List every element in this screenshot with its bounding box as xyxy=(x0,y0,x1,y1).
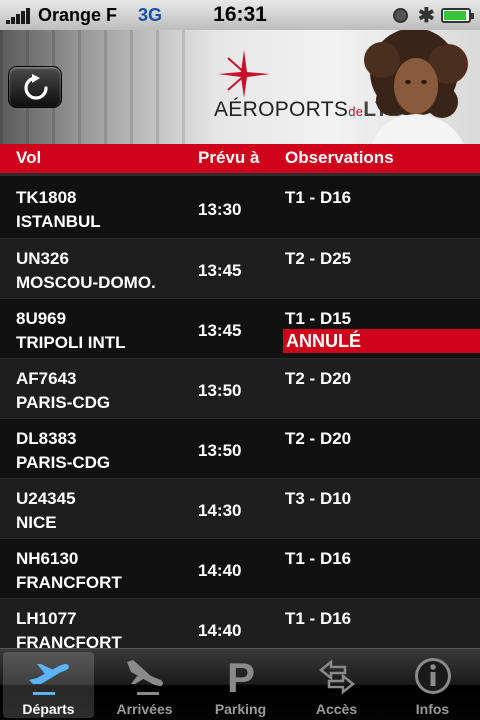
flight-observation: T1 - D16 xyxy=(285,609,352,628)
tab-label-infos: Infos xyxy=(415,701,450,717)
airport-logo: AÉROPORTSdeLYON xyxy=(214,50,421,130)
tab-label-departures: Départs xyxy=(22,701,75,717)
flight-time: 13:50 xyxy=(198,381,242,400)
flight-observation: T3 - D10 xyxy=(285,489,352,508)
flight-number: AF7643 xyxy=(16,369,77,388)
flight-observation: T2 - D20 xyxy=(285,369,352,388)
parking-icon: P xyxy=(227,654,255,700)
flight-destination: PARIS-CDG xyxy=(16,393,111,412)
tab-label-access: Accès xyxy=(315,701,358,717)
alarm-clock-icon xyxy=(393,8,408,23)
logo-prefix: AÉROPORTS xyxy=(214,98,349,121)
flight-row[interactable]: AF7643 PARIS-CDG 13:50 T2 - D20 xyxy=(0,358,480,418)
flight-time: 13:30 xyxy=(198,200,242,219)
flight-observation: T2 - D25 xyxy=(285,249,352,268)
bluetooth-icon: ✱ xyxy=(418,5,435,27)
tab-parking[interactable]: P Parking xyxy=(195,652,286,718)
column-header-flight: Vol xyxy=(16,148,42,167)
flight-time: 14:40 xyxy=(198,561,242,580)
header-photo xyxy=(364,30,468,144)
refresh-button[interactable] xyxy=(8,66,62,108)
cancelled-status-badge: ANNULÉ xyxy=(283,329,480,353)
tab-access[interactable]: Accès xyxy=(291,652,382,718)
tab-arrivals[interactable]: Arrivées xyxy=(99,652,190,718)
battery-icon xyxy=(441,8,474,23)
flight-row[interactable]: NH6130 FRANCFORT 14:40 T1 - D16 xyxy=(0,538,480,598)
flight-row[interactable]: U24345 NICE 14:30 T3 - D10 xyxy=(0,478,480,538)
flight-number: UN326 xyxy=(16,249,69,268)
flight-destination: TRIPOLI INTL xyxy=(16,333,126,352)
flight-destination: PARIS-CDG xyxy=(16,453,111,472)
flight-destination: NICE xyxy=(16,513,57,532)
flight-number: DL8383 xyxy=(16,429,77,448)
flight-observation: T1 - D16 xyxy=(285,549,352,568)
flight-number: 8U969 xyxy=(16,309,67,328)
flight-observation: T1 - D15 xyxy=(285,309,352,328)
flight-time: 14:30 xyxy=(198,501,242,520)
flight-number: U24345 xyxy=(16,489,76,508)
flight-destination: FRANCFORT xyxy=(16,573,122,592)
flight-time: 13:50 xyxy=(198,441,242,460)
flight-destination: MOSCOU-DOMO. xyxy=(16,273,156,292)
flight-row[interactable]: DL8383 PARIS-CDG 13:50 T2 - D20 xyxy=(0,418,480,478)
flight-row[interactable]: LH1077 FRANCFORT 14:40 T1 - D16 xyxy=(0,598,480,648)
flight-row[interactable]: TK1808 ISTANBUL 13:30 T1 - D16 xyxy=(0,173,480,238)
column-header-observations: Observations xyxy=(285,148,394,167)
refresh-icon xyxy=(24,74,48,100)
status-bar: Orange F 3G 16:31 ✱ xyxy=(0,0,480,30)
table-header: Vol Prévu à Observations xyxy=(0,144,480,173)
flight-time: 13:45 xyxy=(198,261,242,280)
status-time: 16:31 xyxy=(213,3,267,26)
flight-time: 13:45 xyxy=(198,321,242,340)
battery-level xyxy=(444,11,466,20)
flight-list[interactable]: TK1808 ISTANBUL 13:30 T1 - D16 UN326 MOS… xyxy=(0,173,480,648)
arrivals-icon xyxy=(127,660,163,695)
tab-label-parking: Parking xyxy=(214,701,267,717)
access-arrows-icon xyxy=(318,659,356,695)
flight-observation: T1 - D16 xyxy=(285,188,352,207)
flight-number: LH1077 xyxy=(16,609,77,628)
departures-icon xyxy=(29,664,69,695)
flight-destination: ISTANBUL xyxy=(16,212,101,231)
tab-departures[interactable]: Départs xyxy=(3,652,94,718)
flight-row[interactable]: UN326 MOSCOU-DOMO. 13:45 T2 - D25 xyxy=(0,238,480,298)
column-header-scheduled: Prévu à xyxy=(198,148,260,167)
flight-number: TK1808 xyxy=(16,188,77,207)
flight-number: NH6130 xyxy=(16,549,79,568)
tab-infos[interactable]: Infos xyxy=(387,652,478,718)
flight-row[interactable]: 8U969 TRIPOLI INTL 13:45 T1 - D15 ANNULÉ xyxy=(0,298,480,358)
tab-bar: Départs Arrivées P Parking Accès Infos xyxy=(0,648,480,720)
svg-text:P: P xyxy=(227,654,255,700)
flight-observation: T2 - D20 xyxy=(285,429,352,448)
flight-destination: FRANCFORT xyxy=(16,633,122,648)
flight-time: 14:40 xyxy=(198,621,242,640)
info-icon xyxy=(415,658,451,694)
logo-star-icon xyxy=(218,50,270,98)
app-header: AÉROPORTSdeLYON xyxy=(0,30,480,144)
tab-label-arrivals: Arrivées xyxy=(116,701,173,717)
